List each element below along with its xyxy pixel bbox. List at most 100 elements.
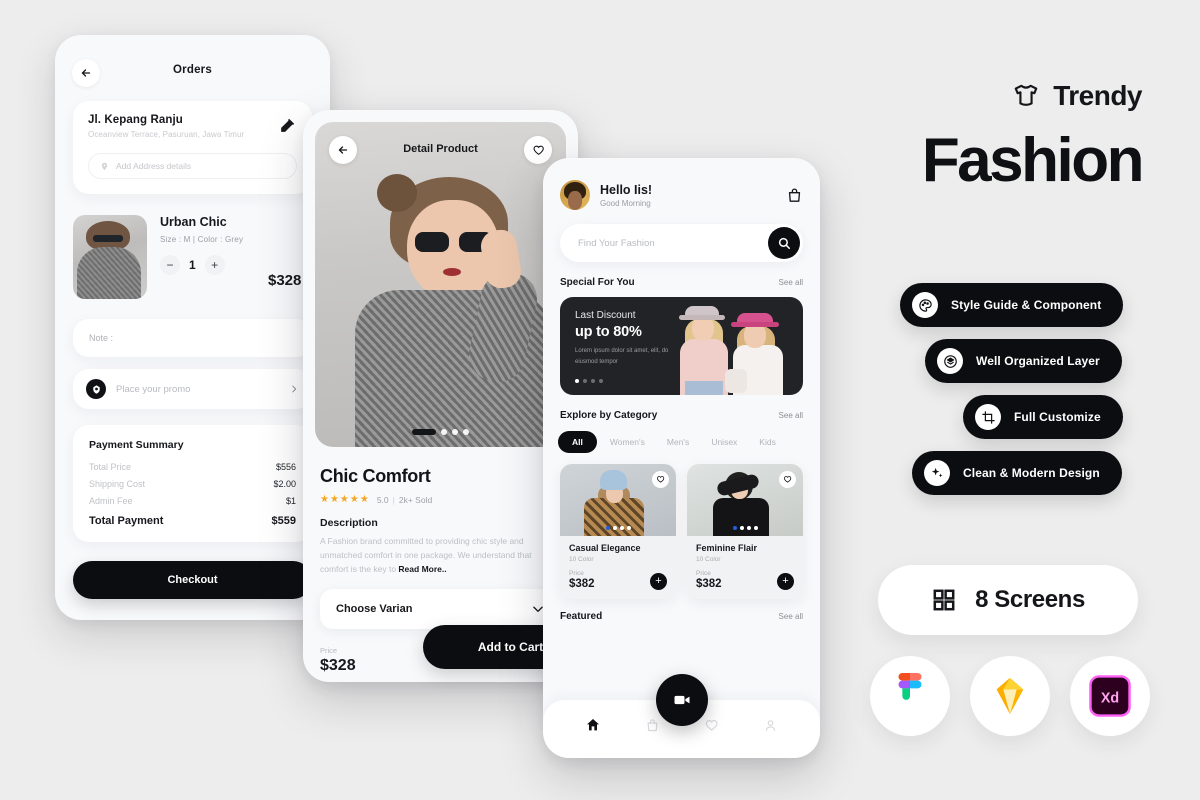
order-item-details: Urban Chic Size : M | Color : Grey − 1 + — [160, 215, 243, 275]
address-row: Jl. Kepang Ranju Oceanview Terrace, Pasu… — [88, 114, 297, 140]
see-all-link[interactable]: See all — [779, 411, 803, 420]
see-all-link[interactable]: See all — [779, 612, 803, 621]
feature-pill-layers[interactable]: Well Organized Layer — [925, 339, 1122, 383]
banner-carousel-dots[interactable] — [575, 379, 603, 383]
brand-name: Trendy — [1053, 80, 1142, 111]
product-name: Casual Elegance — [569, 543, 641, 553]
banner-dot[interactable] — [591, 379, 595, 383]
note-placeholder: Note : — [89, 333, 114, 343]
feature-label: Well Organized Layer — [976, 354, 1100, 368]
search-bar[interactable]: Find Your Fashion — [560, 224, 803, 262]
search-button[interactable] — [768, 227, 800, 259]
summary-row: Total Price $556 — [89, 462, 296, 472]
product-card[interactable]: Casual Elegance 10 Color Price $382 + — [560, 464, 676, 599]
sparkle-glyph-icon — [931, 467, 942, 477]
total-payment-value: $559 — [271, 515, 296, 527]
add-to-cart-button[interactable]: + — [650, 573, 667, 590]
carousel-dot[interactable] — [463, 429, 469, 435]
checkout-button[interactable]: Checkout — [73, 561, 312, 599]
variant-selector[interactable]: Choose Varian — [320, 589, 561, 630]
edit-address-button[interactable] — [278, 116, 297, 140]
tab-home-icon[interactable] — [585, 717, 601, 733]
feature-pill-customize[interactable]: Full Customize — [963, 395, 1123, 439]
product-color-count: 10 Color — [696, 556, 721, 563]
ticket-glyph-icon — [92, 384, 100, 394]
avatar[interactable] — [560, 180, 590, 210]
carousel-dot-active[interactable] — [412, 429, 436, 435]
category-chip-all[interactable]: All — [558, 431, 597, 453]
read-more-link[interactable]: Read More.. — [398, 564, 446, 574]
quantity-increment-button[interactable]: + — [204, 255, 225, 275]
quantity-stepper[interactable]: − 1 + — [160, 255, 243, 275]
product-image — [560, 464, 676, 536]
heart-outline-icon — [784, 476, 792, 483]
brand-row: Trendy — [880, 80, 1142, 112]
order-item-price: $328 — [268, 272, 302, 289]
promo-banner[interactable]: Last Discount up to 80% Lorem ipsum dolo… — [560, 297, 803, 395]
category-chip-mens[interactable]: Men's — [658, 431, 698, 453]
description-text: A Fashion brand committed to providing c… — [320, 535, 561, 576]
product-color-count: 10 Color — [569, 556, 594, 563]
price-label: Price — [569, 570, 584, 577]
product-price-block: Price $382 — [696, 570, 722, 590]
model-lips — [443, 268, 461, 276]
tool-logos-row: Xd — [870, 656, 1150, 736]
address-details-input[interactable]: Add Address details — [88, 153, 297, 179]
summary-label: Total Price — [89, 462, 132, 472]
screens-count-badge: 8 Screens — [878, 565, 1138, 635]
feature-label: Full Customize — [1014, 410, 1101, 424]
summary-value: $556 — [275, 462, 296, 472]
sketch-logo — [996, 677, 1024, 715]
tab-heart-icon[interactable] — [704, 718, 719, 733]
video-fab-button[interactable] — [655, 674, 708, 726]
banner-dot[interactable] — [599, 379, 603, 383]
search-input[interactable]: Find Your Fashion — [560, 224, 803, 262]
detail-body: Chic Comfort ★★★★★ 5.0 | 2k+ Sold Descri… — [303, 459, 578, 576]
carousel-dots[interactable] — [315, 429, 566, 435]
promo-input-row[interactable]: Place your promo — [73, 369, 312, 409]
chevron-right-icon[interactable] — [289, 384, 299, 394]
location-pin-icon — [101, 162, 108, 170]
favorite-button[interactable] — [779, 471, 796, 488]
tab-bag-icon[interactable] — [645, 718, 660, 733]
featured-section-header: Featured See all — [560, 611, 803, 622]
quantity-value: 1 — [189, 258, 196, 272]
product-title: Chic Comfort — [320, 466, 431, 486]
figma-logo — [898, 673, 922, 700]
sketch-logo-badge — [970, 656, 1050, 736]
tab-profile-icon[interactable] — [763, 718, 778, 733]
poster-canvas: Orders Jl. Kepang Ranju Oceanview Terrac… — [0, 0, 1200, 800]
figma-logo-badge — [870, 656, 950, 736]
category-chip-womens[interactable]: Women's — [601, 431, 654, 453]
product-image-carousel[interactable]: Detail Product — [315, 122, 566, 447]
banner-dot-active[interactable] — [575, 379, 579, 383]
favorite-button[interactable] — [652, 471, 669, 488]
carousel-dot[interactable] — [452, 429, 458, 435]
carousel-dot[interactable] — [441, 429, 447, 435]
product-name: Feminine Flair — [696, 543, 758, 553]
quantity-decrement-button[interactable]: − — [160, 255, 180, 275]
home-header: Hello Iis! Good Morning — [543, 158, 820, 210]
address-card[interactable]: Jl. Kepang Ranju Oceanview Terrace, Pasu… — [73, 101, 312, 194]
rating-separator: | — [392, 494, 395, 505]
feature-pill-style-guide[interactable]: Style Guide & Component — [900, 283, 1124, 327]
note-input[interactable]: Note : — [73, 319, 312, 357]
greeting-subtitle: Good Morning — [600, 198, 651, 208]
see-all-link[interactable]: See all — [779, 278, 803, 287]
promo-placeholder: Place your promo — [116, 383, 191, 395]
product-image-dots[interactable] — [687, 526, 803, 530]
product-card[interactable]: Feminine Flair 10 Color Price $382 + — [687, 464, 803, 599]
product-image-dots[interactable] — [560, 526, 676, 530]
payment-summary-card: Payment Summary Total Price $556 Shippin… — [73, 425, 312, 542]
heart-outline-icon — [533, 145, 544, 155]
category-chip-kids[interactable]: Kids — [750, 431, 785, 453]
category-chip-unisex[interactable]: Unisex — [702, 431, 746, 453]
feature-pill-modern-design[interactable]: Clean & Modern Design — [912, 451, 1122, 495]
banner-dot[interactable] — [583, 379, 587, 383]
shopping-bag-icon[interactable] — [786, 187, 803, 204]
banner-line-3: Lorem ipsum dolor sit amet, elit, do eiu… — [575, 348, 669, 365]
favorite-button[interactable] — [524, 136, 552, 164]
total-payment-row: Total Payment $559 — [89, 515, 296, 527]
feature-label: Clean & Modern Design — [963, 466, 1100, 480]
add-to-cart-button[interactable]: + — [777, 573, 794, 590]
